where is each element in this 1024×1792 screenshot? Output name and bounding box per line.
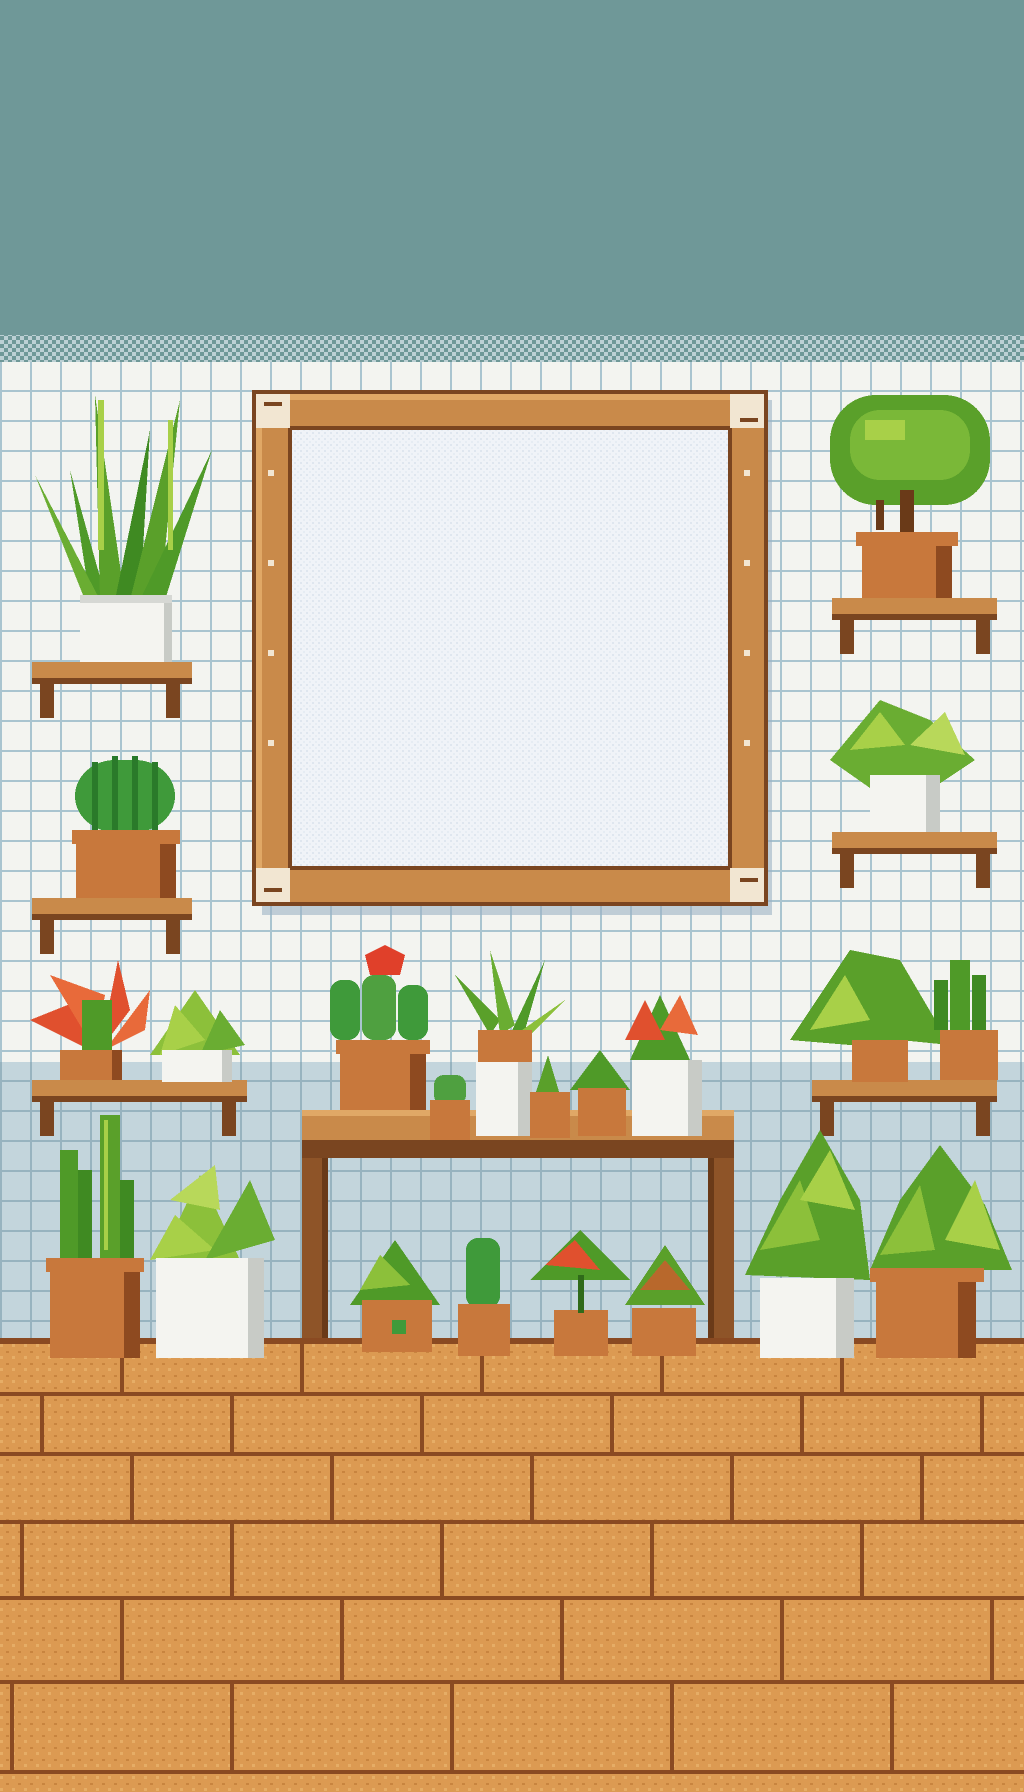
dither-band bbox=[0, 335, 1024, 365]
upper-wall bbox=[0, 0, 1024, 335]
plant-room-scene bbox=[0, 0, 1024, 1792]
tiny-cactus bbox=[430, 1075, 470, 1140]
empty-picture-frame bbox=[252, 390, 772, 915]
brick-floor bbox=[0, 1338, 1024, 1792]
